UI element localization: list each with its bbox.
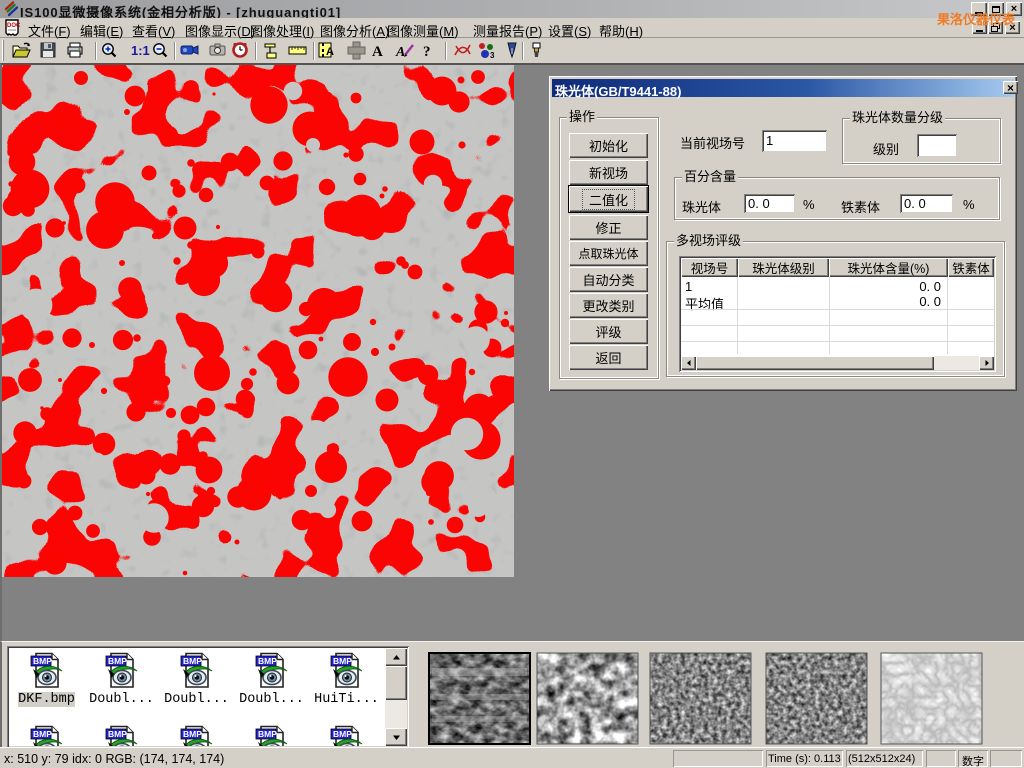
svg-text:A: A [326,46,334,58]
svg-text:DOC: DOC [7,23,21,29]
svg-text:BMP: BMP [183,656,202,666]
svg-text:BMP: BMP [333,656,352,666]
svg-text:BMP: BMP [258,656,277,666]
svg-text:BMP: BMP [258,729,277,739]
svg-text:A: A [372,44,383,60]
svg-text:BMP: BMP [183,729,202,739]
svg-text:BMP: BMP [33,656,52,666]
svg-text:BMP: BMP [333,729,352,739]
svg-text:BMP: BMP [33,729,52,739]
svg-text:A: A [395,45,405,60]
svg-text:3: 3 [490,51,495,60]
svg-text:BMP: BMP [108,729,127,739]
svg-text:?: ? [423,44,431,60]
svg-text:1:1: 1:1 [131,43,150,58]
svg-text:BMP: BMP [108,656,127,666]
